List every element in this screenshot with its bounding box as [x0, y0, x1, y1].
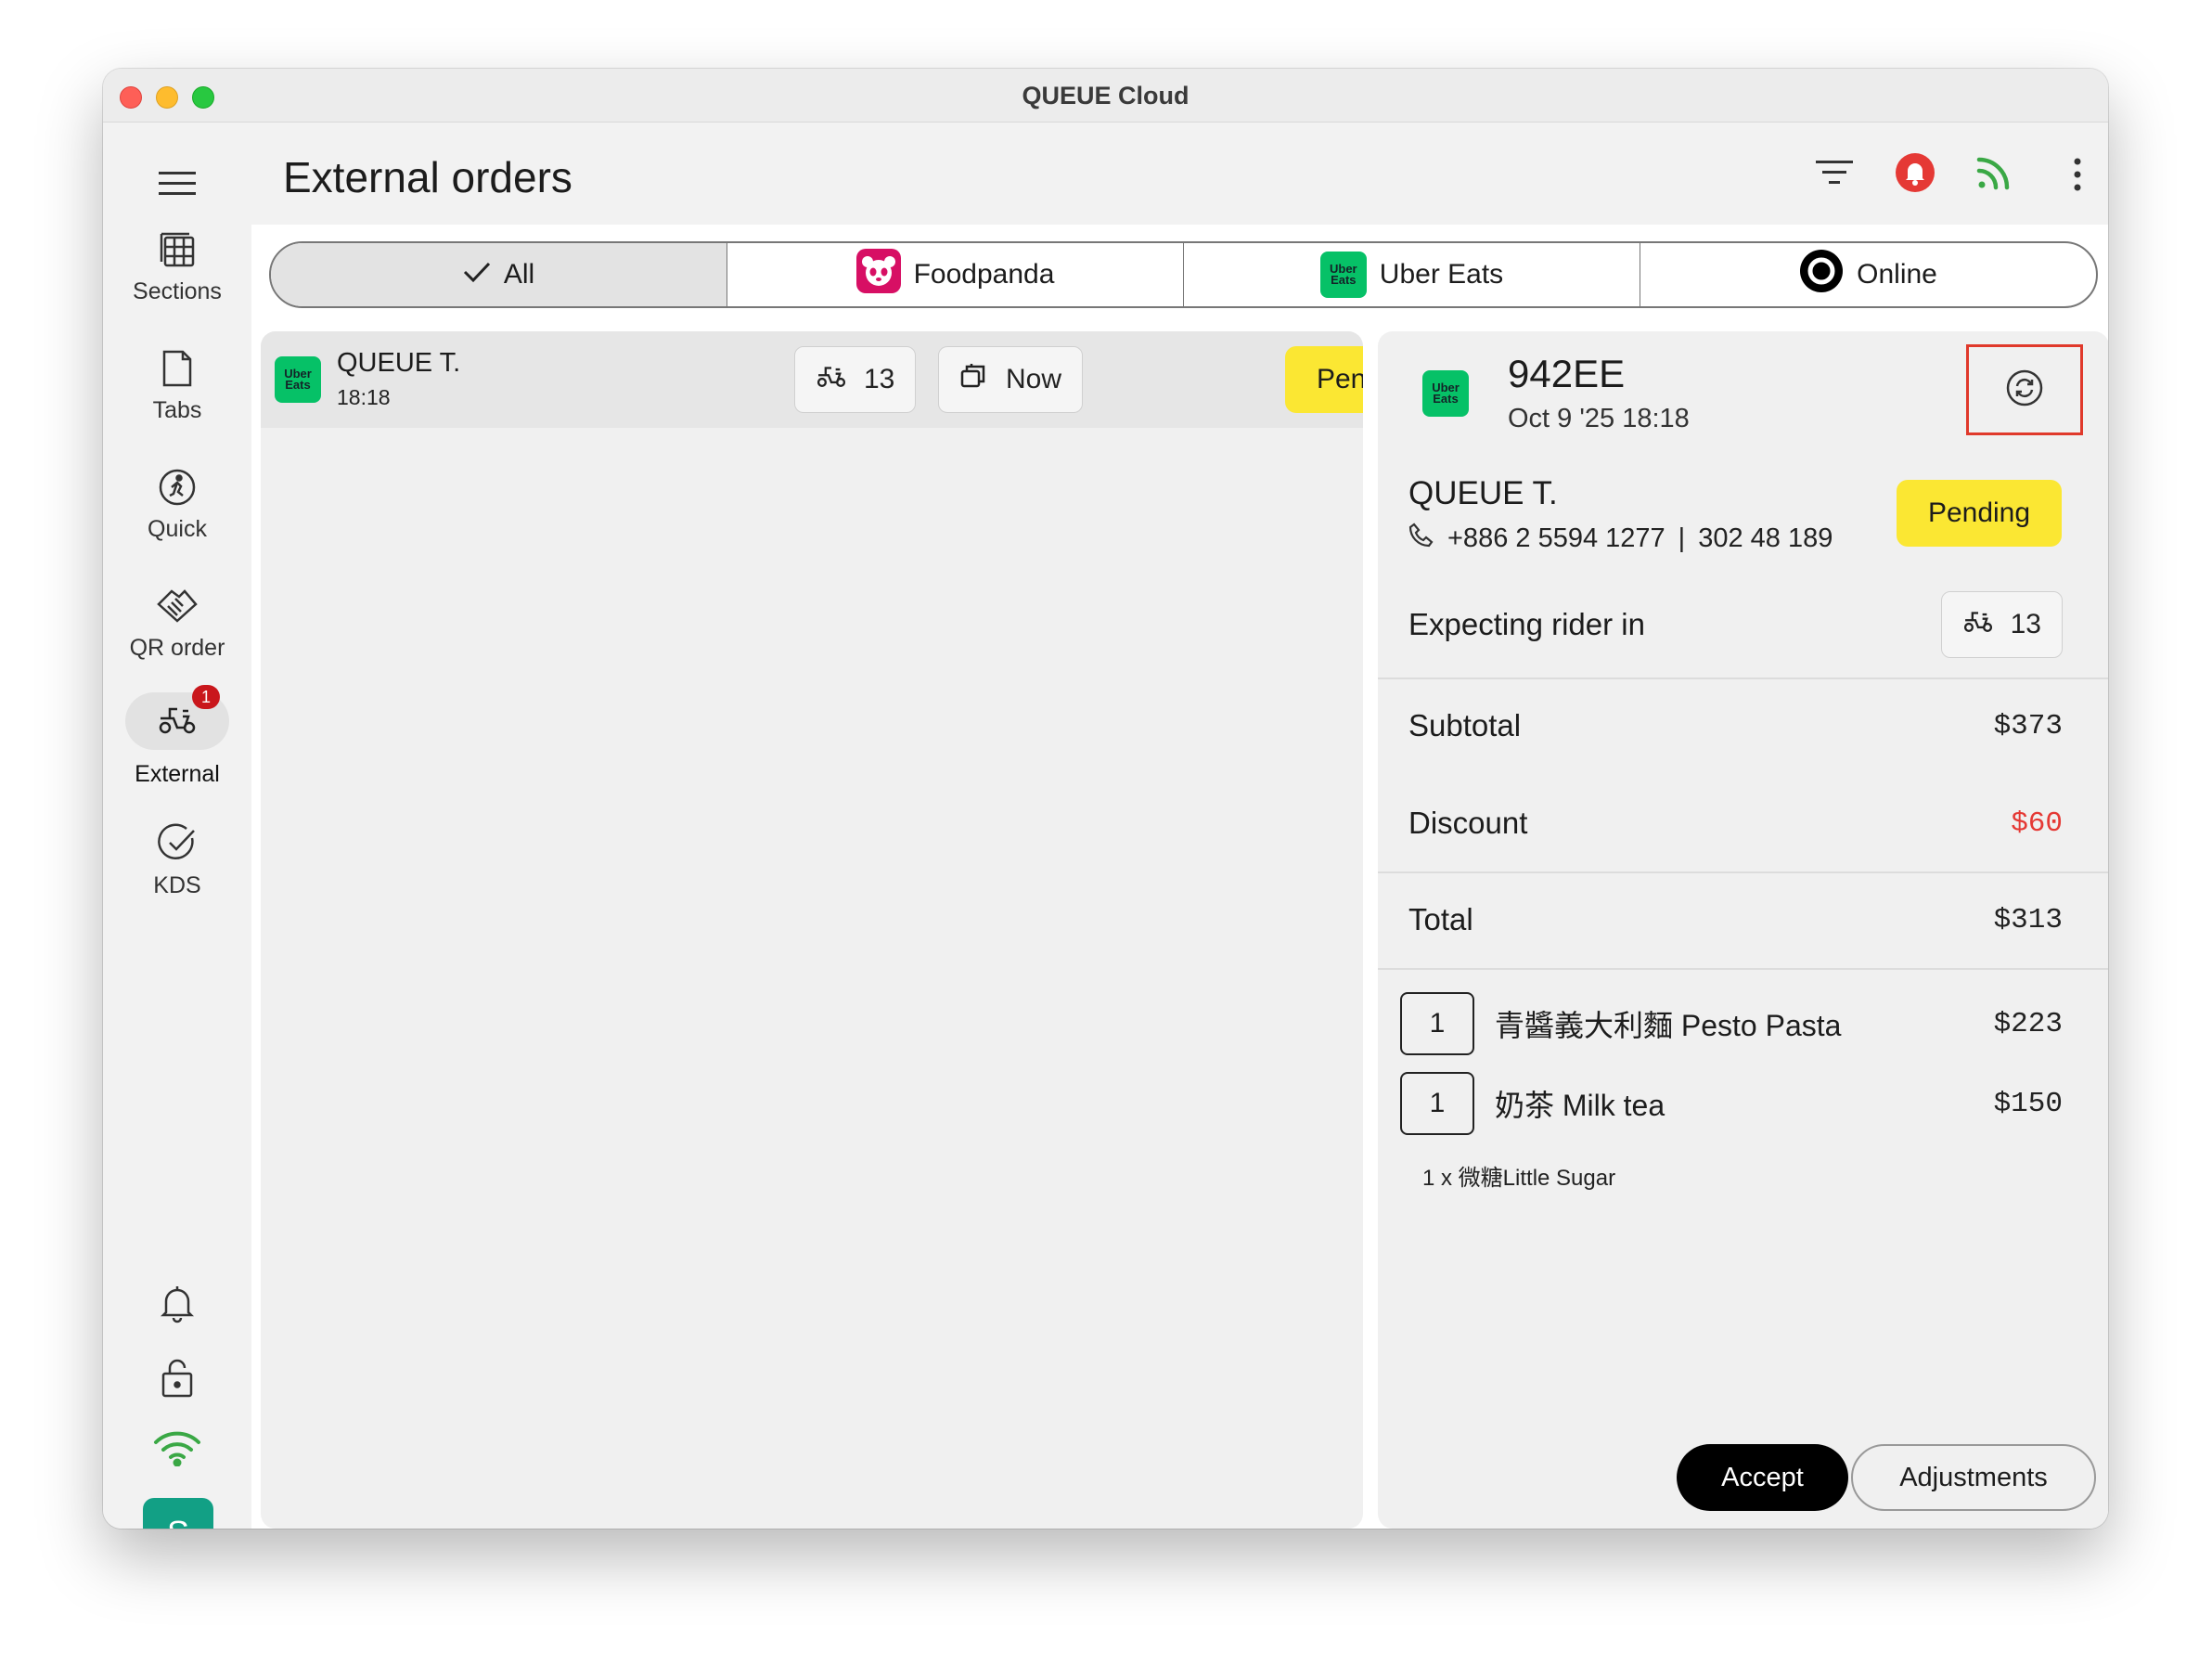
rss-feed-icon[interactable]	[1975, 154, 2013, 196]
item-price: $223	[1993, 1007, 2063, 1040]
schedule-chip: Now	[938, 346, 1084, 413]
accept-button[interactable]: Accept	[1677, 1444, 1848, 1511]
tab-uber-eats[interactable]: Uber Eats Uber Eats	[1184, 243, 1640, 306]
hamburger-menu-icon[interactable]	[159, 169, 196, 203]
discount-row: Discount $60	[1408, 786, 2063, 860]
tab-label: Online	[1857, 259, 1937, 290]
status-badge: Pending	[1897, 480, 2062, 547]
notification-badge: 1	[192, 685, 220, 709]
check-icon	[463, 259, 491, 290]
item-quantity: 1	[1400, 1072, 1474, 1135]
sidebar-item-label: Tabs	[152, 397, 202, 423]
divider	[1378, 678, 2108, 679]
wifi-icon	[103, 1431, 251, 1466]
phone-icon	[1408, 522, 1434, 555]
filter-icon[interactable]	[1814, 158, 1855, 192]
phone-extension: 302 48 189	[1698, 523, 1833, 553]
ubereats-logo-icon: Uber Eats	[1422, 370, 1469, 417]
sidebar-item-sections[interactable]: Sections	[103, 225, 251, 305]
refresh-button[interactable]	[1966, 344, 2083, 435]
order-datetime: Oct 9 '25 18:18	[1508, 404, 1690, 433]
discount-label: Discount	[1408, 806, 1528, 840]
customer-name: QUEUE T.	[1408, 475, 1558, 511]
rider-eta-row: Expecting rider in 13	[1408, 591, 2063, 658]
rider-eta-chip: 13	[794, 346, 917, 413]
sidebar-item-label: Quick	[148, 516, 207, 542]
order-list-panel: UberEats QUEUE T. 18:18 13 Now Pending	[261, 331, 1363, 1529]
app-window: QUEUE Cloud Sections Tabs Quick QR order…	[103, 69, 2108, 1529]
online-logo-icon	[1799, 249, 1844, 301]
order-customer-name: QUEUE T.	[337, 348, 461, 378]
line-item: 1 奶茶 Milk tea $150	[1400, 1072, 2063, 1135]
page-title: External orders	[283, 153, 572, 201]
delivery-scooter-icon	[1962, 607, 1994, 642]
tab-all[interactable]: All	[271, 243, 727, 306]
divider	[1378, 871, 2108, 873]
foodpanda-logo-icon	[855, 249, 901, 301]
rider-eta-value: 13	[2010, 609, 2041, 639]
order-time: 18:18	[337, 385, 391, 409]
phone-number: +886 2 5594 1277	[1447, 523, 1665, 553]
user-avatar[interactable]: S	[143, 1498, 213, 1529]
platform-filter-tabs: All Foodpanda Uber Eats Uber Eats Online	[269, 241, 2098, 308]
subtotal-row: Subtotal $373	[1408, 689, 2063, 763]
tab-foodpanda[interactable]: Foodpanda	[727, 243, 1184, 306]
rider-eta-label: Expecting rider in	[1408, 607, 1645, 641]
schedule-value: Now	[1006, 364, 1062, 394]
kds-icon	[103, 819, 251, 869]
more-options-icon[interactable]	[2073, 158, 2082, 196]
sections-icon	[103, 225, 251, 275]
item-price: $150	[1993, 1087, 2063, 1120]
rider-eta-chip: 13	[1940, 591, 2063, 658]
item-modifier: 1 x 微糖Little Sugar	[1422, 1166, 1616, 1191]
order-list-item[interactable]: UberEats QUEUE T. 18:18 13 Now Pending	[261, 331, 1363, 428]
total-row: Total $313	[1408, 883, 2063, 957]
bell-icon[interactable]	[103, 1283, 251, 1323]
customer-phone-row: +886 2 5594 1277 | 302 48 189	[1408, 522, 1833, 555]
subtotal-value: $373	[1993, 709, 2063, 742]
alert-bell-icon[interactable]	[1895, 152, 1936, 198]
line-item: 1 青醬義大利麵 Pesto Pasta $223	[1400, 992, 2063, 1055]
tab-online[interactable]: Online	[1640, 243, 2096, 306]
sync-icon	[2005, 368, 2044, 412]
sidebar-item-quick[interactable]: Quick	[103, 462, 251, 543]
total-label: Total	[1408, 902, 1473, 936]
subtotal-label: Subtotal	[1408, 708, 1522, 742]
quick-icon	[103, 462, 251, 512]
order-detail-panel: Uber Eats 942EE Oct 9 '25 18:18 QUEUE T. …	[1378, 331, 2108, 1529]
total-value: $313	[1993, 903, 2063, 936]
sidebar-item-label: KDS	[153, 872, 201, 898]
discount-value: $60	[2011, 807, 2063, 840]
external-delivery-icon	[157, 702, 198, 742]
item-quantity: 1	[1400, 992, 1474, 1055]
sidebar-item-label: Sections	[133, 278, 222, 304]
tab-label: All	[503, 259, 535, 290]
window-title: QUEUE Cloud	[1022, 82, 1190, 110]
ubereats-logo-icon: Uber Eats	[275, 356, 321, 403]
sidebar-item-qr-order[interactable]: QR order	[103, 581, 251, 662]
tab-label: Foodpanda	[913, 259, 1055, 290]
tab-label: Uber Eats	[1379, 259, 1504, 290]
order-id: 942EE	[1508, 352, 1626, 395]
rider-eta-value: 13	[864, 364, 895, 394]
title-bar: QUEUE Cloud	[103, 69, 2108, 123]
sidebar: Sections Tabs Quick QR order 1 External …	[103, 123, 251, 1529]
ubereats-logo-icon: Uber Eats	[1319, 252, 1367, 298]
status-badge: Pending	[1285, 346, 1363, 413]
sidebar-item-label: QR order	[129, 635, 225, 661]
sidebar-item-label: External	[135, 761, 220, 787]
delivery-scooter-icon	[816, 362, 847, 397]
sidebar-item-external[interactable]: 1 External	[103, 685, 251, 788]
sidebar-item-kds[interactable]: KDS	[103, 819, 251, 899]
item-name: 青醬義大利麵 Pesto Pasta	[1495, 1009, 1842, 1042]
tabs-icon	[103, 343, 251, 394]
schedule-icon	[959, 362, 989, 397]
item-name: 奶茶 Milk tea	[1495, 1089, 1665, 1122]
qr-order-icon	[103, 581, 251, 631]
sidebar-item-tabs[interactable]: Tabs	[103, 343, 251, 424]
lock-open-icon[interactable]	[103, 1357, 251, 1400]
phone-separator: |	[1678, 523, 1686, 553]
adjustments-button[interactable]: Adjustments	[1851, 1444, 2096, 1511]
divider	[1378, 968, 2108, 970]
